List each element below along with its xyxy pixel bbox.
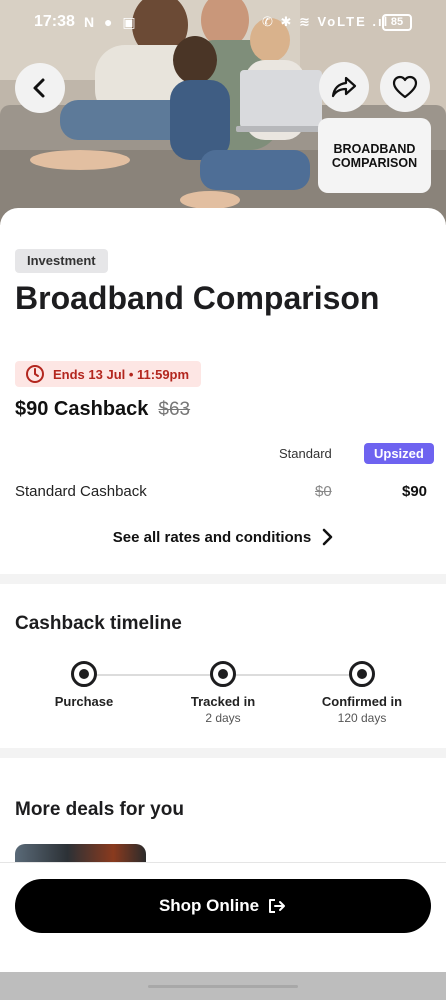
ends-badge: Ends 13 Jul • 11:59pm xyxy=(15,361,202,387)
cashback-current: $90 Cashback xyxy=(15,398,149,420)
rate-row-label: Standard Cashback xyxy=(15,483,147,500)
merchant-logo: BROADBAND COMPARISON xyxy=(318,118,431,193)
home-handle[interactable] xyxy=(148,985,298,988)
system-nav-bar xyxy=(0,972,446,1000)
chevron-left-icon xyxy=(33,78,45,98)
shop-online-button[interactable]: Shop Online xyxy=(15,879,431,933)
system-icons: ✆ ✱ ≋ VoLTE .ıl xyxy=(262,14,390,29)
favorite-button[interactable] xyxy=(380,62,430,112)
timeline-step-purchase: Purchase xyxy=(24,661,144,711)
see-all-rates-label: See all rates and conditions xyxy=(112,528,312,546)
rate-row-upsized-value: $90 xyxy=(402,483,428,500)
timeline-step-label: Purchase xyxy=(54,694,114,709)
timeline-step-confirmed: Confirmed in 120 days xyxy=(302,661,422,725)
timeline-step-label: Confirmed in xyxy=(321,694,403,709)
cashback-summary: $90 Cashback $63 xyxy=(15,398,190,421)
rate-col-upsized: Upsized xyxy=(364,443,434,464)
bottom-action-bar: Shop Online xyxy=(0,862,446,972)
share-icon xyxy=(331,76,357,98)
timeline-step-label: Tracked in xyxy=(190,694,256,709)
shop-online-label: Shop Online xyxy=(158,896,260,915)
status-time: 17:38 xyxy=(34,13,75,30)
timeline-step-sub: 2 days xyxy=(205,711,241,725)
timeline-step-tracked: Tracked in 2 days xyxy=(163,661,283,725)
see-all-rates-link[interactable]: See all rates and conditions xyxy=(0,528,446,546)
back-button[interactable] xyxy=(15,63,65,113)
ends-text: Ends 13 Jul • 11:59pm xyxy=(53,366,190,382)
notification-icons: N ● ▣ xyxy=(84,14,139,30)
section-divider xyxy=(0,574,446,584)
timeline-dot-icon xyxy=(210,661,236,687)
share-button[interactable] xyxy=(319,62,369,112)
page-title: Broadband Comparison xyxy=(15,280,380,316)
timeline-step-sub: 120 days xyxy=(337,711,387,725)
rate-col-standard: Standard xyxy=(279,446,332,461)
hero-image: 17:38 N ● ▣ ✆ ✱ ≋ VoLTE .ıl 85 BROADBAND… xyxy=(0,0,446,225)
battery-icon: 85 xyxy=(382,14,412,31)
merchant-logo-text: BROADBAND COMPARISON xyxy=(331,141,418,170)
timeline-dot-icon xyxy=(349,661,375,687)
more-deals-title: More deals for you xyxy=(15,799,184,820)
external-link-icon xyxy=(269,899,286,913)
timeline-title: Cashback timeline xyxy=(15,613,182,634)
status-bar: 17:38 N ● ▣ ✆ ✱ ≋ VoLTE .ıl 85 xyxy=(0,0,446,44)
section-divider xyxy=(0,748,446,758)
cashback-previous: $63 xyxy=(158,399,191,420)
category-tag: Investment xyxy=(15,249,108,273)
rate-row-standard-value: $0 xyxy=(315,483,332,500)
clock-icon xyxy=(26,365,44,383)
timeline-dot-icon xyxy=(71,661,97,687)
heart-icon xyxy=(392,75,418,99)
chevron-right-icon xyxy=(322,528,333,546)
